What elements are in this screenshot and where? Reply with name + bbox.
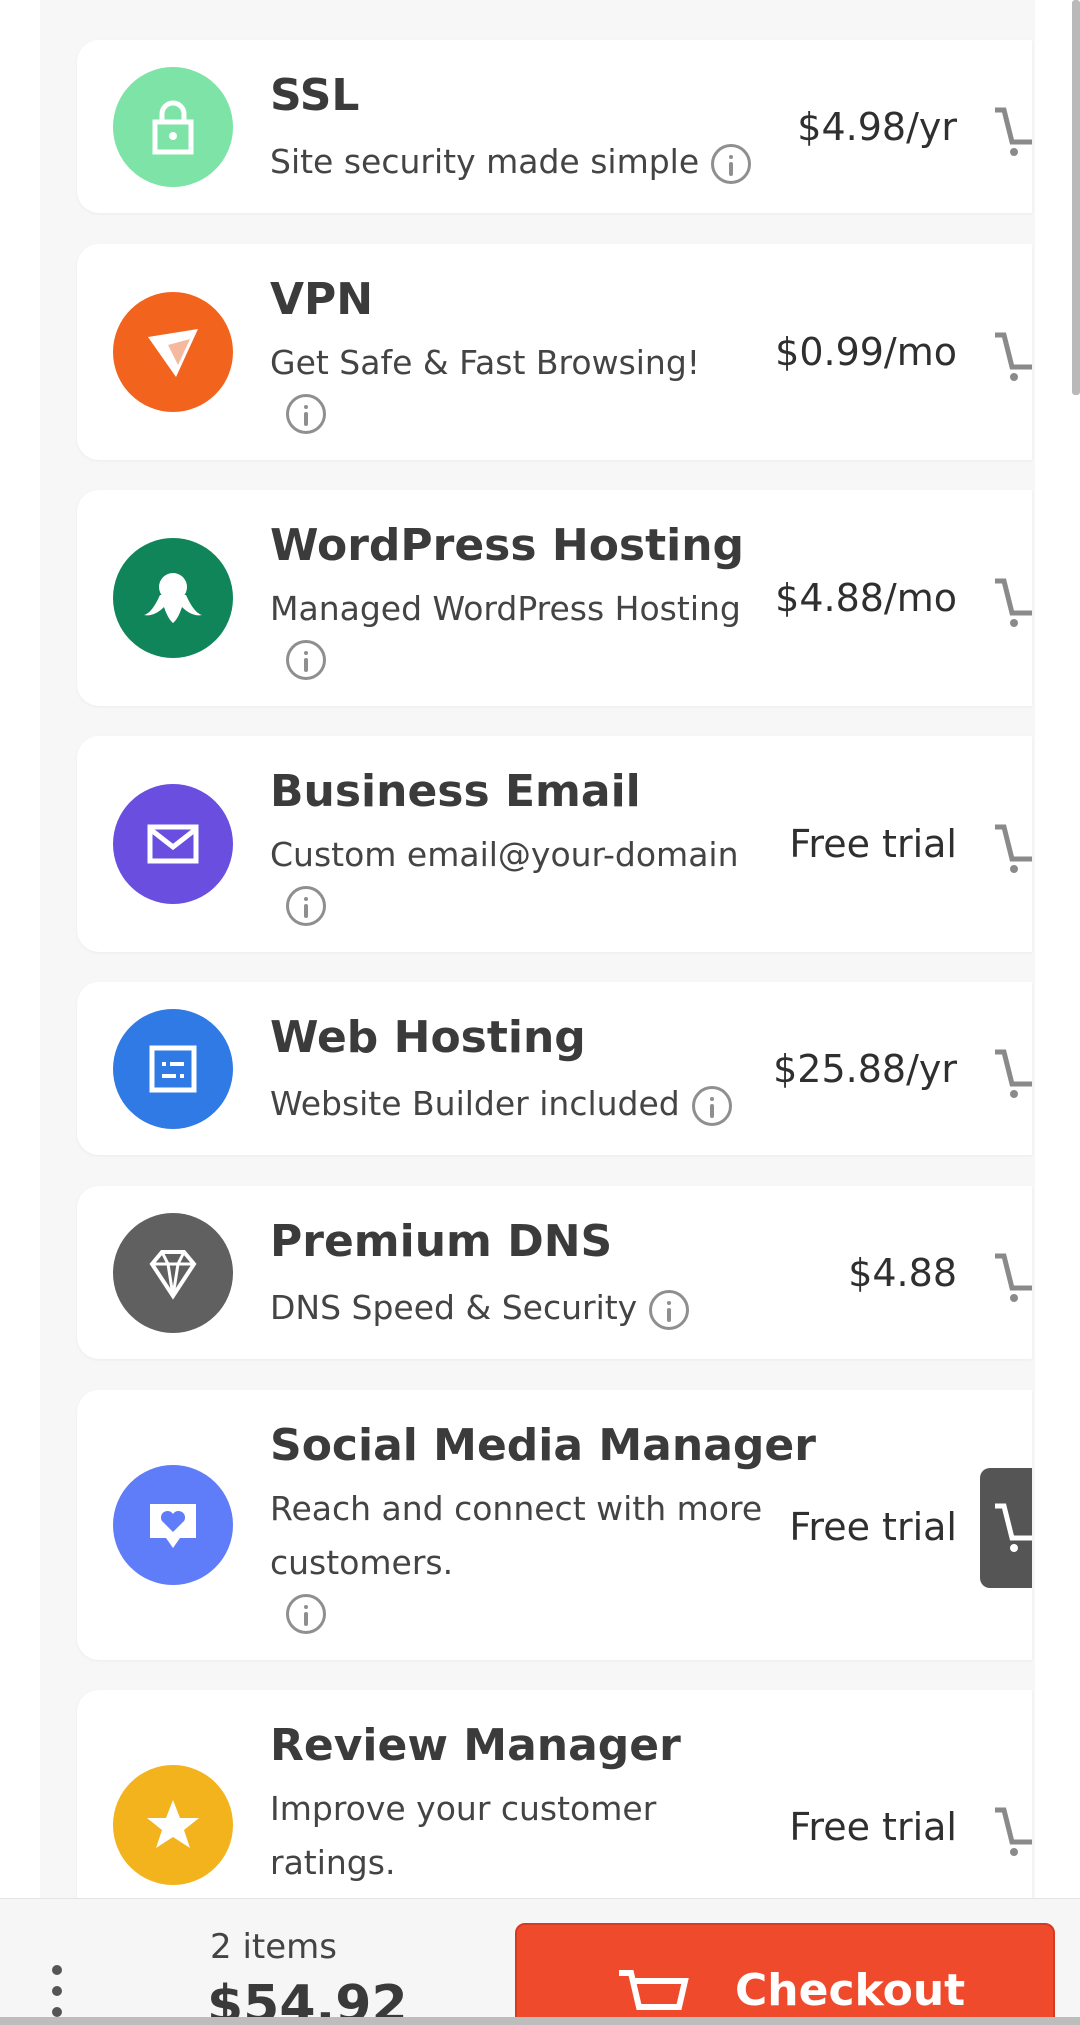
product-name: Social Media Manager — [270, 1420, 816, 1471]
product-card-business-email[interactable]: Business Email Custom email@your-domain … — [77, 736, 1032, 952]
cart-icon — [995, 1503, 1032, 1552]
info-row — [286, 394, 326, 434]
cart-icon — [995, 1253, 1032, 1302]
envelope-icon — [113, 784, 233, 904]
product-card-web-hosting[interactable]: Web Hosting Website Builder included $25… — [77, 982, 1032, 1155]
product-name: Premium DNS — [270, 1216, 613, 1267]
star-icon — [113, 1765, 233, 1885]
info-icon[interactable] — [649, 1289, 690, 1330]
info-icon[interactable] — [286, 640, 326, 680]
product-price: $4.98/yr — [797, 105, 957, 149]
product-price: $25.88/yr — [773, 1047, 957, 1091]
product-description-row: DNS Speed & Security — [270, 1281, 790, 1335]
lock-icon — [113, 67, 233, 187]
add-to-cart-button[interactable] — [990, 568, 1032, 638]
product-description: Site security made simple — [270, 142, 700, 181]
info-icon[interactable] — [691, 1085, 732, 1126]
product-description: Website Builder included — [270, 1084, 680, 1123]
octopus-icon — [113, 538, 233, 658]
add-to-cart-button[interactable] — [990, 1243, 1032, 1313]
product-card-premium-dns[interactable]: Premium DNS DNS Speed & Security $4.88 — [77, 1186, 1032, 1359]
bottom-divider — [0, 2017, 1080, 2025]
add-to-cart-button[interactable] — [990, 1039, 1032, 1109]
product-price: $4.88/mo — [775, 576, 957, 620]
product-name: Review Manager — [270, 1720, 681, 1771]
chat-heart-icon — [113, 1465, 233, 1585]
info-row — [286, 1594, 326, 1634]
info-row — [286, 640, 326, 680]
product-description: Managed WordPress Hosting — [270, 589, 741, 628]
left-gutter — [0, 0, 40, 1900]
info-row — [286, 886, 326, 926]
add-to-cart-button[interactable] — [990, 97, 1032, 167]
info-icon[interactable] — [286, 394, 326, 434]
cart-icon — [995, 107, 1032, 156]
product-name: VPN — [270, 274, 374, 325]
info-icon[interactable] — [286, 1594, 326, 1634]
add-to-cart-button[interactable] — [980, 1468, 1032, 1588]
product-name: WordPress Hosting — [270, 520, 745, 571]
add-to-cart-button[interactable] — [990, 814, 1032, 884]
cart-icon — [995, 1807, 1032, 1856]
product-description: DNS Speed & Security — [270, 1288, 638, 1327]
checkout-button[interactable]: Checkout — [515, 1923, 1055, 2025]
product-description-row: Site security made simple — [270, 135, 790, 189]
product-card-ssl[interactable]: SSL Site security made simple $4.98/yr — [77, 40, 1032, 213]
info-icon[interactable] — [286, 886, 326, 926]
vpn-shield-icon — [113, 292, 233, 412]
app-viewport: SSL Site security made simple $4.98/yr V… — [0, 0, 1080, 2025]
scrollbar[interactable] — [1072, 0, 1080, 395]
product-description: Custom email@your-domain — [270, 835, 739, 874]
cart-icon — [995, 332, 1032, 381]
product-name: Web Hosting — [270, 1012, 586, 1063]
info-icon[interactable] — [711, 143, 752, 184]
add-to-cart-button[interactable] — [990, 322, 1032, 392]
product-card-vpn[interactable]: VPN Get Safe & Fast Browsing! $0.99/mo — [77, 244, 1032, 460]
product-price: Free trial — [789, 1505, 957, 1549]
checkout-label: Checkout — [735, 1965, 966, 2016]
product-description: Reach and connect with more customers. — [270, 1489, 763, 1582]
product-price: $0.99/mo — [775, 330, 957, 374]
add-to-cart-button[interactable] — [990, 1797, 1032, 1867]
product-price: $4.88 — [848, 1251, 957, 1295]
cart-icon — [995, 578, 1032, 627]
product-description-row: Website Builder included — [270, 1077, 790, 1131]
more-options-icon[interactable] — [52, 1965, 62, 2025]
product-name: SSL — [270, 70, 360, 121]
product-card-wordpress-hosting[interactable]: WordPress Hosting Managed WordPress Host… — [77, 490, 1032, 706]
server-icon — [113, 1009, 233, 1129]
cart-summary-bar: 2 items $54.92 Checkout — [0, 1898, 1080, 2025]
cart-icon — [995, 824, 1032, 873]
product-name: Business Email — [270, 766, 641, 817]
product-price: Free trial — [789, 1805, 957, 1849]
product-description: Improve your customer ratings. — [270, 1789, 657, 1882]
diamond-icon — [113, 1213, 233, 1333]
product-card-social-media-manager[interactable]: Social Media Manager Reach and connect w… — [77, 1390, 1032, 1660]
cart-icon — [995, 1049, 1032, 1098]
product-price: Free trial — [789, 822, 957, 866]
product-description: Get Safe & Fast Browsing! — [270, 343, 701, 382]
cart-item-count: 2 items — [210, 1927, 337, 1967]
